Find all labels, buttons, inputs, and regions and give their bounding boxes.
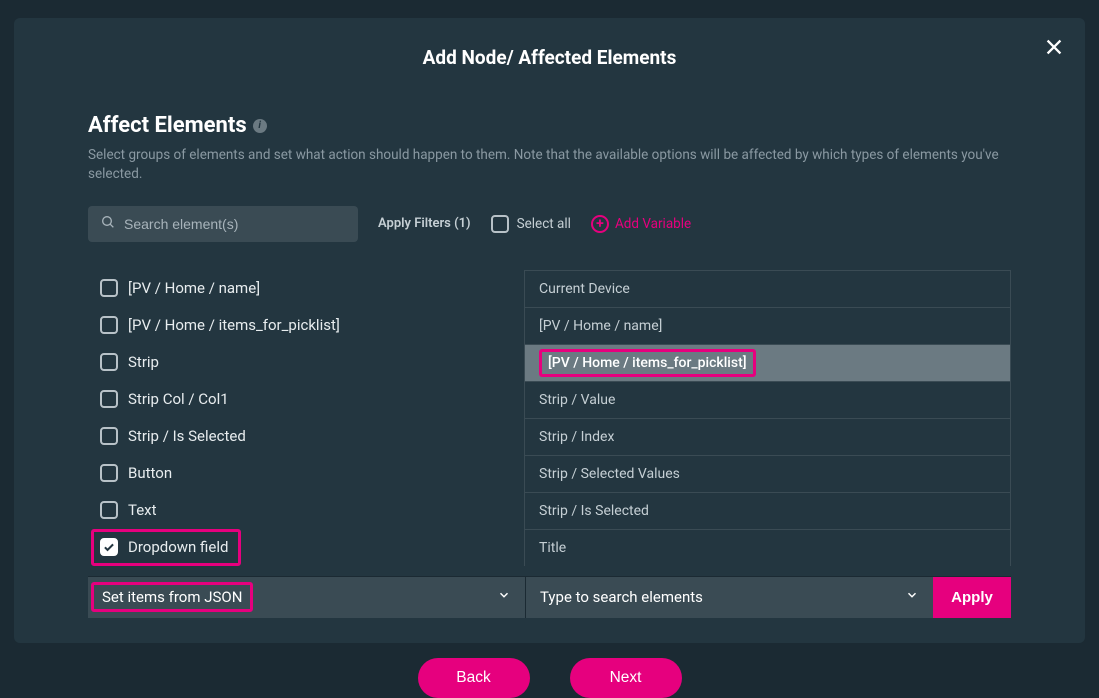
checklist-item-label: Dropdown field — [128, 538, 228, 556]
add-variable-label: Add Variable — [615, 216, 691, 232]
picklist-item-label: Strip / Index — [539, 429, 614, 445]
elements-picklist[interactable]: Current Device [PV / Home / name] [PV / Ho… — [524, 270, 1011, 566]
checkbox[interactable] — [100, 464, 118, 482]
back-button[interactable]: Back — [418, 658, 530, 698]
apply-filters-link[interactable]: Apply Filters (1) — [378, 216, 471, 231]
picklist-item[interactable]: Strip / Value — [525, 382, 1010, 419]
picklist-item[interactable]: Title — [525, 530, 1010, 566]
action-type-dropdown[interactable]: Set items from JSON — [88, 577, 526, 618]
checklist-item-label: Strip / Is Selected — [128, 427, 246, 445]
picklist-item-label: Strip / Is Selected — [539, 503, 649, 519]
checkbox[interactable] — [100, 316, 118, 334]
checklist-item-label: Strip Col / Col1 — [128, 390, 229, 408]
search-input[interactable] — [124, 216, 346, 232]
picklist-item[interactable]: [PV / Home / items_for_picklist] — [525, 345, 1010, 382]
picklist-item-label: [PV / Home / items_for_picklist] — [539, 349, 756, 377]
checklist-item[interactable]: Strip — [100, 344, 518, 381]
close-icon — [1043, 36, 1065, 62]
info-icon[interactable]: i — [253, 119, 267, 133]
select-all-label: Select all — [517, 216, 571, 232]
picklist-item-label: Strip / Selected Values — [539, 466, 680, 482]
picklist-item[interactable]: Strip / Is Selected — [525, 493, 1010, 530]
checkbox[interactable] — [100, 279, 118, 297]
checkbox[interactable] — [100, 427, 118, 445]
picklist-item-label: Strip / Value — [539, 392, 615, 408]
apply-button[interactable]: Apply — [933, 577, 1011, 618]
checklist-item[interactable]: Text — [100, 492, 518, 529]
checklist-item[interactable]: [PV / Home / items_for_picklist] — [100, 307, 518, 344]
action-search-dropdown[interactable]: Type to search elements — [526, 577, 933, 618]
chevron-down-icon — [497, 588, 511, 606]
checklist-item-label: Strip — [128, 353, 159, 371]
section-description: Select groups of elements and set what a… — [88, 146, 1011, 184]
checklist-item-label: [PV / Home / items_for_picklist] — [128, 316, 340, 334]
checklist-item[interactable]: Button — [100, 455, 518, 492]
search-elements-box[interactable] — [88, 206, 358, 242]
action-search-placeholder: Type to search elements — [540, 588, 703, 606]
checkbox[interactable] — [100, 501, 118, 519]
modal-dialog: Add Node/ Affected Elements Affect Eleme… — [14, 18, 1085, 643]
checklist-item[interactable]: Strip Col / Col1 — [100, 381, 518, 418]
elements-checklist: [PV / Home / name] [PV / Home / items_for… — [88, 270, 518, 566]
section-title: Affect Elements i — [88, 113, 1011, 138]
next-button[interactable]: Next — [570, 658, 682, 698]
picklist-item[interactable]: Strip / Selected Values — [525, 456, 1010, 493]
checkbox[interactable] — [100, 390, 118, 408]
checkbox[interactable] — [100, 353, 118, 371]
select-all-checkbox[interactable] — [491, 215, 509, 233]
picklist-item[interactable]: Current Device — [525, 271, 1010, 308]
picklist-item-label: Current Device — [539, 281, 630, 297]
picklist-item-label: Title — [539, 540, 566, 556]
picklist-item[interactable]: Strip / Index — [525, 419, 1010, 456]
checklist-item[interactable]: Strip / Is Selected — [100, 418, 518, 455]
checklist-item[interactable]: Dropdown field — [91, 529, 241, 566]
add-variable-button[interactable]: + Add Variable — [591, 215, 691, 233]
action-dropdown-value: Set items from JSON — [91, 582, 253, 612]
modal-title: Add Node/ Affected Elements — [14, 18, 1085, 69]
close-button[interactable] — [1043, 38, 1065, 60]
checklist-item-label: Button — [128, 464, 172, 482]
section-title-text: Affect Elements — [88, 113, 247, 138]
picklist-item-label: [PV / Home / name] — [539, 318, 662, 334]
checklist-item[interactable]: [PV / Home / name] — [100, 270, 518, 307]
search-icon — [100, 214, 116, 234]
picklist-item[interactable]: [PV / Home / name] — [525, 308, 1010, 345]
checkbox[interactable] — [100, 538, 118, 556]
plus-circle-icon: + — [591, 215, 609, 233]
checklist-item-label: [PV / Home / name] — [128, 279, 260, 297]
checklist-item-label: Text — [128, 501, 157, 519]
chevron-down-icon — [905, 588, 919, 606]
